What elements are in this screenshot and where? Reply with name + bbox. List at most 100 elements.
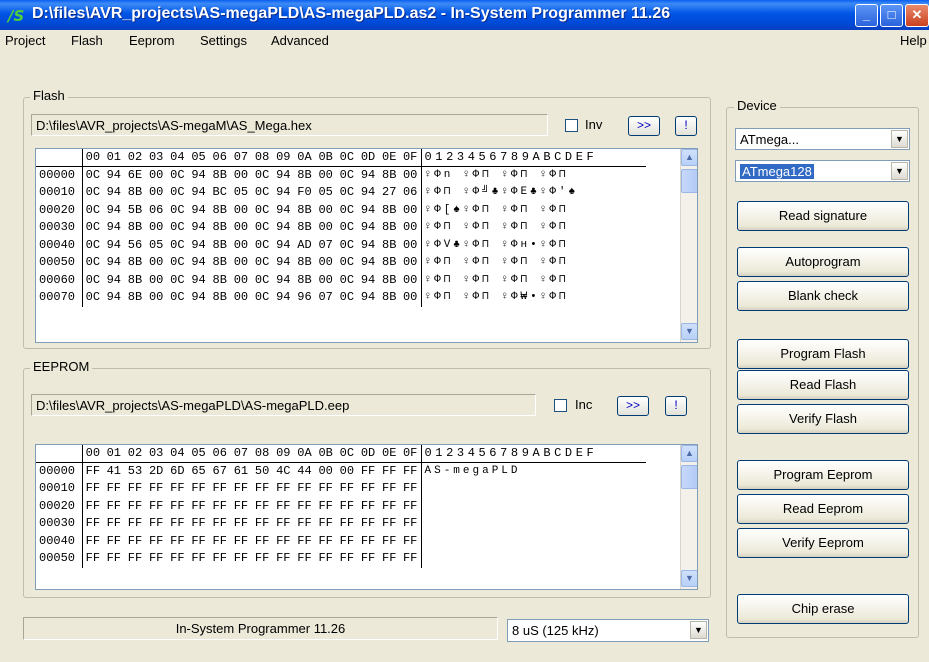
hex-byte-cell[interactable]: FF (273, 533, 294, 551)
hex-byte-cell[interactable]: 8B (209, 254, 230, 272)
hex-row[interactable]: 00020 FF FF FF FF FF FF FF FF FF FF FF FF FF FF FF FF (36, 497, 646, 516)
hex-byte-cell[interactable]: 94 (357, 289, 378, 307)
hex-byte-cell[interactable]: FF (124, 533, 145, 551)
hex-byte-cell[interactable]: 94 (188, 254, 209, 272)
hex-byte-cell[interactable]: FF (209, 550, 230, 568)
hex-byte-cell[interactable]: 6E (124, 167, 145, 185)
hex-byte-cell[interactable]: FF (103, 480, 124, 498)
hex-byte-cell[interactable]: 94 (188, 202, 209, 220)
eeprom-file-path[interactable]: D:\files\AVR_projects\AS-megaPLD\AS-mega… (31, 394, 536, 416)
hex-byte-cell[interactable]: 0C (336, 202, 357, 220)
hex-byte-cell[interactable]: FF (82, 515, 103, 533)
hex-byte-cell[interactable]: 05 (146, 237, 167, 255)
hex-byte-cell[interactable]: 05 (315, 184, 336, 202)
hex-byte-cell[interactable]: BC (209, 184, 230, 202)
hex-byte-cell[interactable]: FF (230, 515, 251, 533)
hex-byte-cell[interactable]: 06 (146, 202, 167, 220)
hex-byte-cell[interactable]: 94 (103, 289, 124, 307)
hex-byte-cell[interactable]: 94 (103, 184, 124, 202)
hex-byte-cell[interactable]: 8B (379, 237, 400, 255)
hex-byte-cell[interactable]: 0C (252, 184, 273, 202)
hex-byte-cell[interactable]: FF (124, 498, 145, 516)
scroll-up-icon[interactable]: ▲ (681, 149, 697, 166)
hex-byte-cell[interactable]: 00 (146, 219, 167, 237)
hex-byte-cell[interactable]: 0C (336, 184, 357, 202)
hex-byte-cell[interactable]: FF (188, 498, 209, 516)
hex-byte-cell[interactable]: 94 (188, 184, 209, 202)
eeprom-hex-grid[interactable]: 00 01 02 03 04 05 06 07 08 09 0A 0B 0C 0D 0E 0F 01234567… (35, 444, 698, 590)
hex-byte-cell[interactable]: FF (188, 515, 209, 533)
hex-byte-cell[interactable]: 00 (230, 254, 251, 272)
hex-byte-cell[interactable]: 0C (82, 254, 103, 272)
hex-byte-cell[interactable]: FF (146, 515, 167, 533)
hex-byte-cell[interactable]: 94 (273, 254, 294, 272)
hex-byte-cell[interactable]: 00 (146, 184, 167, 202)
scroll-down-icon[interactable]: ▼ (681, 570, 697, 587)
hex-byte-cell[interactable]: FF (336, 533, 357, 551)
hex-byte-cell[interactable]: 0C (336, 167, 357, 185)
hex-byte-cell[interactable]: FF (357, 533, 378, 551)
hex-byte-cell[interactable]: 0C (252, 272, 273, 290)
hex-byte-cell[interactable]: FF (167, 550, 188, 568)
hex-byte-cell[interactable]: 94 (103, 272, 124, 290)
flash-hex-grid[interactable]: 00 01 02 03 04 05 06 07 08 09 0A 0B 0C 0D 0E 0F 01234567… (35, 148, 698, 343)
eeprom-more-button[interactable]: >> (617, 396, 649, 416)
hex-byte-cell[interactable]: FF (357, 463, 378, 481)
hex-byte-cell[interactable]: FF (379, 463, 400, 481)
hex-byte-cell[interactable]: 0C (167, 254, 188, 272)
hex-byte-cell[interactable]: 07 (315, 289, 336, 307)
hex-byte-cell[interactable]: 00 (230, 202, 251, 220)
close-button[interactable]: ✕ (905, 4, 929, 27)
hex-byte-cell[interactable]: FF (252, 498, 273, 516)
flash-warning-button[interactable]: ! (675, 116, 697, 136)
hex-byte-cell[interactable]: FF (209, 480, 230, 498)
hex-byte-cell[interactable]: 94 (273, 219, 294, 237)
hex-byte-cell[interactable]: 8B (294, 272, 315, 290)
hex-row[interactable]: 00070 0C 94 8B 00 0C 94 8B 00 0C 94 96 07 0C 94 8B 00 ♀Φ⊓… (36, 289, 646, 307)
hex-byte-cell[interactable]: 0C (167, 202, 188, 220)
hex-byte-cell[interactable]: 94 (103, 167, 124, 185)
hex-byte-cell[interactable]: FF (124, 480, 145, 498)
hex-byte-cell[interactable]: 8B (209, 202, 230, 220)
hex-byte-cell[interactable]: 05 (230, 184, 251, 202)
hex-byte-cell[interactable]: FF (336, 480, 357, 498)
hex-byte-cell[interactable]: 00 (315, 219, 336, 237)
hex-byte-cell[interactable]: 0C (167, 167, 188, 185)
hex-byte-cell[interactable]: FF (400, 480, 421, 498)
hex-byte-cell[interactable]: 00 (315, 463, 336, 481)
hex-byte-cell[interactable]: 8B (379, 254, 400, 272)
hex-byte-cell[interactable]: FF (315, 550, 336, 568)
hex-byte-cell[interactable]: FF (400, 550, 421, 568)
hex-byte-cell[interactable]: FF (294, 515, 315, 533)
hex-byte-cell[interactable]: 07 (315, 237, 336, 255)
hex-byte-cell[interactable]: 53 (124, 463, 145, 481)
hex-byte-cell[interactable]: 94 (103, 219, 124, 237)
hex-byte-cell[interactable]: 94 (103, 237, 124, 255)
verify-flash-button[interactable]: Verify Flash (737, 404, 909, 434)
hex-byte-cell[interactable]: FF (315, 498, 336, 516)
hex-byte-cell[interactable]: 96 (294, 289, 315, 307)
hex-byte-cell[interactable]: FF (188, 550, 209, 568)
hex-byte-cell[interactable]: 6D (167, 463, 188, 481)
hex-byte-cell[interactable]: FF (209, 533, 230, 551)
hex-byte-cell[interactable]: FF (82, 463, 103, 481)
menu-project[interactable]: Project (5, 33, 45, 48)
hex-byte-cell[interactable]: 00 (230, 237, 251, 255)
hex-byte-cell[interactable]: FF (400, 515, 421, 533)
hex-byte-cell[interactable]: FF (357, 498, 378, 516)
hex-byte-cell[interactable]: 8B (124, 272, 145, 290)
hex-byte-cell[interactable]: 94 (103, 202, 124, 220)
hex-byte-cell[interactable]: FF (273, 480, 294, 498)
hex-byte-cell[interactable]: 65 (188, 463, 209, 481)
hex-byte-cell[interactable]: 0C (167, 237, 188, 255)
hex-byte-cell[interactable]: FF (103, 498, 124, 516)
hex-byte-cell[interactable]: 8B (209, 219, 230, 237)
menu-flash[interactable]: Flash (71, 33, 103, 48)
hex-byte-cell[interactable]: 00 (230, 289, 251, 307)
hex-byte-cell[interactable]: 0C (82, 184, 103, 202)
hex-byte-cell[interactable]: 0C (252, 167, 273, 185)
hex-row[interactable]: 00020 0C 94 5B 06 0C 94 8B 00 0C 94 8B 00 0C 94 8B 00 ♀Φ[… (36, 201, 646, 220)
hex-byte-cell[interactable]: 8B (294, 202, 315, 220)
read-signature-button[interactable]: Read signature (737, 201, 909, 231)
hex-byte-cell[interactable]: FF (230, 550, 251, 568)
